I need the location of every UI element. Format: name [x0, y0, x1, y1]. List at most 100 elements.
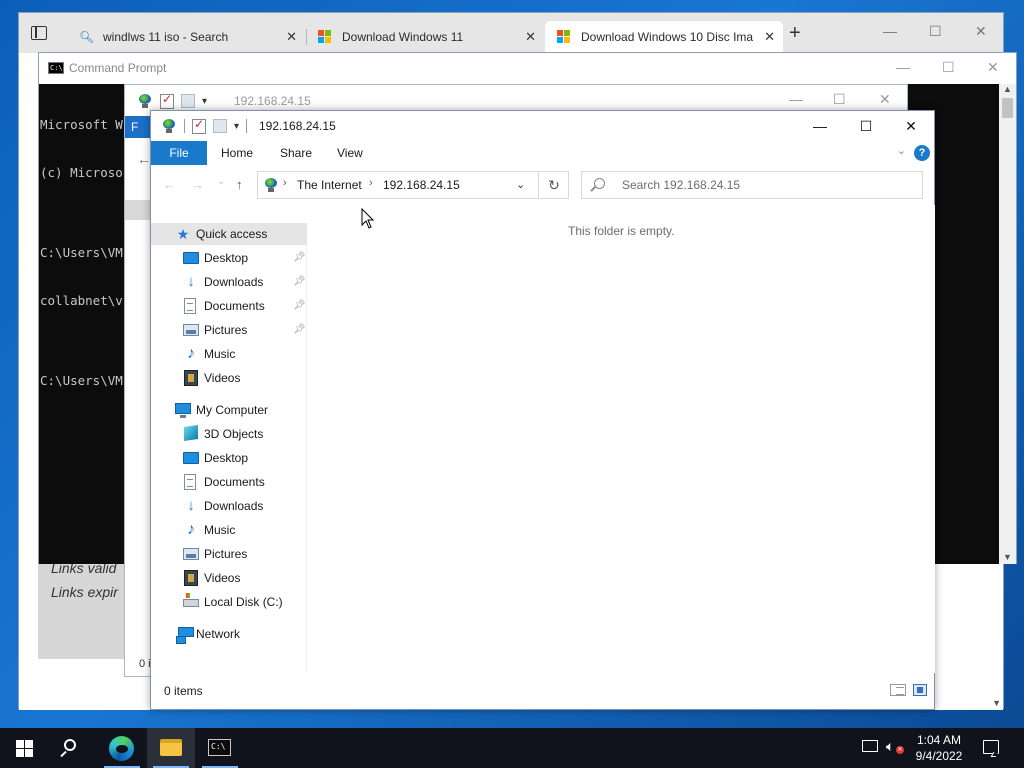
tab-download-windows-11[interactable]: Download Windows 11 ✕ — [306, 21, 544, 53]
new-folder-icon[interactable] — [213, 119, 227, 133]
tab-download-windows-10[interactable]: Download Windows 10 Disc Ima ✕ — [545, 21, 783, 53]
back-button[interactable]: ← — [163, 177, 176, 192]
tab-file[interactable]: File — [151, 141, 207, 165]
music-icon: ♪ — [187, 345, 195, 362]
minimize-button[interactable]: — — [789, 91, 803, 107]
taskbar-edge[interactable] — [98, 728, 146, 768]
nav-my-computer[interactable]: My Computer — [151, 399, 307, 421]
nav-label: Network — [196, 627, 241, 641]
network-folder-icon — [161, 118, 177, 134]
notifications-icon[interactable] — [983, 740, 999, 754]
help-icon[interactable]: ? — [914, 145, 930, 161]
browser-maximize-button[interactable]: ☐ — [929, 23, 942, 40]
nav-label: Videos — [204, 571, 241, 585]
file-list-area[interactable]: This folder is empty. — [308, 205, 935, 673]
desktop-icon — [183, 452, 199, 464]
new-tab-button[interactable]: + — [789, 23, 801, 43]
documents-icon — [184, 298, 196, 314]
navigation-pane: ★ Quick access Desktop 📌︎ ↓ Downloads 📌︎… — [151, 223, 307, 673]
nav-quick-downloads[interactable]: ↓ Downloads 📌︎ — [151, 271, 307, 293]
music-icon: ♪ — [187, 521, 195, 538]
clock[interactable]: 1:04 AM 9/4/2022 — [906, 732, 972, 764]
file-explorer-icon — [160, 739, 182, 756]
refresh-button[interactable]: ↻ — [540, 171, 569, 199]
tab-view[interactable]: View — [337, 141, 363, 165]
forward-button[interactable]: → — [191, 177, 204, 192]
explorer-title-bar[interactable]: ▾ 192.168.24.15 — ☐ ✕ — [151, 111, 934, 141]
nav-pc-pictures[interactable]: Pictures — [151, 543, 307, 565]
cmd-minimize-button[interactable]: — — [896, 59, 910, 75]
maximize-button[interactable]: ☐ — [833, 91, 846, 108]
expand-ribbon-icon[interactable]: ⌄ — [897, 144, 906, 157]
nav-network[interactable]: Network — [151, 623, 307, 645]
tab-share[interactable]: Share — [280, 141, 312, 165]
breadcrumb-separator-icon[interactable]: › — [283, 177, 287, 189]
details-view-icon[interactable] — [890, 684, 906, 696]
cmd-title: Command Prompt — [69, 61, 167, 75]
network-icon[interactable] — [862, 740, 878, 752]
nav-quick-documents[interactable]: Documents 📌︎ — [151, 295, 307, 317]
tab-home[interactable]: Home — [221, 141, 253, 165]
properties-icon[interactable] — [192, 117, 206, 134]
back-arrow-icon[interactable]: ← — [137, 151, 151, 167]
start-button[interactable] — [0, 728, 48, 768]
search-box[interactable]: Search 192.168.24.15 — [581, 171, 923, 199]
nav-label: Videos — [204, 371, 241, 385]
up-button[interactable]: ↑ — [236, 177, 243, 192]
breadcrumb-current-location[interactable]: 192.168.24.15 — [383, 178, 460, 192]
cmd-close-button[interactable]: ✕ — [987, 59, 999, 76]
nav-pc-desktop[interactable]: Desktop — [151, 447, 307, 469]
taskbar-command-prompt[interactable]: C:\ — [196, 728, 244, 768]
pin-icon[interactable]: 📌︎ — [293, 271, 306, 293]
nav-quick-music[interactable]: ♪ Music — [151, 343, 307, 365]
taskbar: C:\ 🔈︎ ✕ 1:04 AM 9/4/2022 — [0, 728, 1024, 768]
close-button[interactable]: ✕ — [879, 91, 891, 108]
properties-icon[interactable] — [160, 92, 174, 109]
page-scroll-down-icon[interactable]: ▼ — [992, 698, 1001, 708]
address-bar[interactable]: › The Internet › 192.168.24.15 ⌄ — [257, 171, 539, 199]
nav-pc-documents[interactable]: Documents — [151, 471, 307, 493]
breadcrumb-separator-icon[interactable]: › — [369, 177, 373, 189]
address-history-icon[interactable]: ⌄ — [516, 178, 525, 191]
pin-icon[interactable]: 📌︎ — [293, 295, 306, 317]
scroll-thumb[interactable] — [1002, 98, 1013, 118]
pin-icon[interactable]: 📌︎ — [293, 247, 306, 269]
nav-pc-3d-objects[interactable]: 3D Objects — [151, 423, 307, 445]
taskbar-search-button[interactable] — [48, 728, 96, 768]
cmd-title-bar[interactable]: C:\ Command Prompt — ☐ ✕ — [39, 53, 1016, 84]
nav-quick-pictures[interactable]: Pictures 📌︎ — [151, 319, 307, 341]
search-icon — [64, 739, 76, 751]
maximize-button[interactable]: ☐ — [843, 114, 889, 138]
minimize-button[interactable]: — — [797, 114, 843, 138]
search-input[interactable]: Search 192.168.24.15 — [622, 178, 740, 192]
close-button[interactable]: ✕ — [888, 114, 934, 138]
breadcrumb-the-internet[interactable]: The Internet — [297, 178, 362, 192]
cmd-scrollbar[interactable]: ▲ ▼ — [999, 84, 1016, 564]
volume-muted-icon[interactable]: 🔈︎ ✕ — [886, 738, 904, 768]
close-tab-icon[interactable]: ✕ — [525, 21, 536, 53]
nav-quick-access[interactable]: ★ Quick access — [151, 223, 307, 245]
tab-actions-icon[interactable] — [31, 26, 47, 40]
cmd-maximize-button[interactable]: ☐ — [942, 59, 955, 76]
customize-toolbar-icon[interactable]: ▾ — [202, 96, 207, 107]
close-tab-icon[interactable]: ✕ — [764, 21, 775, 53]
recent-locations-button[interactable]: ⌄ — [217, 176, 225, 187]
scroll-down-icon[interactable]: ▼ — [1003, 552, 1012, 562]
pin-icon[interactable]: 📌︎ — [293, 319, 306, 341]
file-tab[interactable]: F — [125, 116, 151, 138]
new-folder-icon[interactable] — [181, 94, 195, 108]
nav-quick-videos[interactable]: Videos — [151, 367, 307, 389]
nav-pc-downloads[interactable]: ↓ Downloads — [151, 495, 307, 517]
scroll-up-icon[interactable]: ▲ — [1003, 84, 1012, 94]
nav-pc-music[interactable]: ♪ Music — [151, 519, 307, 541]
large-icons-view-icon[interactable] — [913, 684, 927, 696]
nav-quick-desktop[interactable]: Desktop 📌︎ — [151, 247, 307, 269]
tab-search[interactable]: 🔍︎ windlws 11 iso - Search ✕ — [67, 21, 305, 53]
nav-pc-videos[interactable]: Videos — [151, 567, 307, 589]
nav-pc-local-disk[interactable]: Local Disk (C:) — [151, 591, 307, 613]
browser-close-button[interactable]: ✕ — [975, 23, 987, 40]
browser-minimize-button[interactable]: — — [883, 23, 897, 39]
close-tab-icon[interactable]: ✕ — [286, 21, 297, 53]
customize-toolbar-icon[interactable]: ▾ — [234, 121, 239, 132]
taskbar-file-explorer[interactable] — [147, 728, 195, 768]
